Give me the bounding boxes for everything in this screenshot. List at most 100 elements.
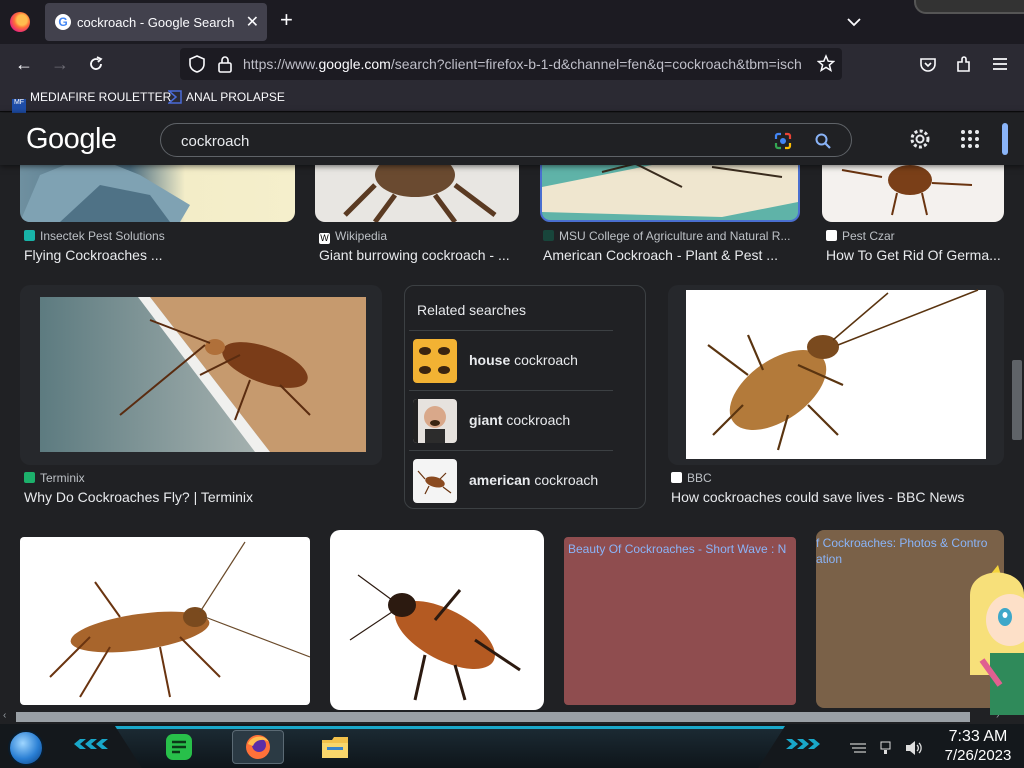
german-cockroach-image: [841, 165, 973, 216]
menu-icon[interactable]: [990, 54, 1010, 74]
related-searches-panel: Related searches house cockroach giant c…: [404, 285, 646, 509]
bookmark-label: MEDIAFIRE ROULETTER: [30, 90, 172, 104]
related-item-american[interactable]: american cockroach: [409, 450, 613, 510]
firefox-icon: [246, 735, 270, 759]
chevron-down-icon[interactable]: [844, 12, 864, 32]
related-thumb: [413, 339, 457, 383]
notes-app-icon[interactable]: [164, 732, 194, 762]
result-source[interactable]: BBC: [671, 471, 712, 485]
result-caption[interactable]: American Cockroach - Plant & Pest ...: [543, 247, 798, 263]
american-cockroach-thumb: [417, 470, 452, 495]
google-header: Google cockroach: [0, 113, 1024, 165]
image-results: Insectek Pest Solutions Flying Cockroach…: [0, 165, 1010, 710]
result-caption[interactable]: Flying Cockroaches ...: [24, 247, 294, 263]
bookmark-label: ANAL PROLAPSE: [186, 90, 285, 104]
result-image-7-placeholder[interactable]: Beauty Of Cockroaches - Short Wave : N: [564, 537, 796, 705]
account-avatar[interactable]: [1002, 123, 1008, 155]
clock-date: 7/26/2023: [944, 747, 1012, 764]
new-tab-icon[interactable]: +: [280, 9, 293, 31]
flying-cockroach-image: [40, 297, 366, 452]
sigma-icon: [168, 90, 182, 104]
related-label: house cockroach: [469, 352, 578, 368]
result-image-6[interactable]: [330, 530, 544, 710]
close-icon[interactable]: ✕: [246, 12, 259, 32]
decor-chevrons-icon: [74, 739, 108, 749]
burrowing-cockroach-image: [343, 165, 497, 222]
result-image-3[interactable]: [540, 165, 800, 222]
giant-cockroach-thumb: [413, 399, 446, 443]
search-query[interactable]: cockroach: [181, 133, 249, 150]
scrollbar-thumb[interactable]: [16, 712, 970, 722]
related-item-house[interactable]: house cockroach: [409, 330, 613, 390]
result-source[interactable]: W Wikipedia: [319, 229, 387, 244]
screen: G cockroach - Google Search ✕ + ← → http…: [0, 0, 1024, 768]
result-caption[interactable]: Giant burrowing cockroach - ...: [319, 247, 519, 263]
related-label: giant cockroach: [469, 412, 571, 428]
cockroach-white-bg-image: [686, 289, 986, 459]
reload-icon[interactable]: [86, 54, 106, 74]
url-text[interactable]: https://www.google.com/search?client=fir…: [243, 56, 813, 72]
extensions-icon[interactable]: [954, 54, 974, 74]
result-caption[interactable]: How cockroaches could save lives - BBC N…: [671, 489, 1004, 505]
result-source[interactable]: Insectek Pest Solutions: [24, 229, 165, 243]
horizontal-scrollbar[interactable]: ‹ ›: [0, 710, 1010, 724]
lock-icon[interactable]: [216, 54, 234, 74]
decor-chevrons-icon: [786, 739, 820, 749]
google-favicon-icon: G: [55, 14, 71, 30]
back-icon[interactable]: ←: [14, 54, 34, 74]
clock-time: 7:33 AM: [948, 728, 1008, 745]
result-image-1[interactable]: [20, 165, 295, 222]
result-caption[interactable]: Why Do Cockroaches Fly? | Terminix: [24, 489, 384, 505]
nav-bar: ← → https://www.google.com/search?client…: [0, 44, 1024, 84]
result-caption[interactable]: How To Get Rid Of Germa...: [826, 247, 1004, 263]
related-label: american cockroach: [469, 472, 599, 488]
rock-image: [20, 165, 190, 222]
result-image-bbc[interactable]: [668, 285, 1004, 465]
taskbar-firefox-active[interactable]: [232, 730, 284, 764]
image-alt-text: Beauty Of Cockroaches - Short Wave : N: [568, 542, 787, 556]
cartoon-character-sticker: [970, 565, 1024, 715]
house-cockroach-thumb: [419, 347, 450, 374]
apps-grid-icon[interactable]: [960, 129, 980, 149]
window-decoration: [914, 0, 1024, 14]
url-bar[interactable]: https://www.google.com/search?client=fir…: [180, 48, 842, 80]
google-lens-icon[interactable]: [773, 131, 793, 151]
search-icon[interactable]: [813, 131, 833, 151]
related-item-giant[interactable]: giant cockroach: [409, 390, 613, 450]
result-image-5[interactable]: [20, 537, 310, 705]
gear-icon[interactable]: [908, 127, 932, 151]
image-alt-text: f Cockroaches: Photos & Contro: [816, 536, 988, 550]
start-button[interactable]: [8, 730, 44, 766]
search-input[interactable]: cockroach: [160, 123, 852, 157]
result-image-4[interactable]: [822, 165, 1004, 222]
pocket-icon[interactable]: [918, 54, 938, 74]
result-source[interactable]: Pest Czar: [826, 229, 895, 243]
result-image-terminix[interactable]: [20, 285, 382, 465]
bookmarks-bar: MF MEDIAFIRE ROULETTER ANAL PROLAPSE: [0, 84, 1024, 113]
scrollbar-thumb[interactable]: [1012, 360, 1022, 440]
cockroach-side-image: [49, 541, 310, 698]
system-clock[interactable]: 7:33 AM 7/26/2023: [934, 727, 1022, 765]
paper-cockroach-image: [542, 165, 798, 217]
hissing-cockroach-image: [349, 574, 521, 701]
file-explorer-icon[interactable]: [320, 732, 350, 762]
tab-strip: G cockroach - Google Search ✕ +: [0, 0, 1024, 44]
tab-title: cockroach - Google Search: [77, 15, 235, 30]
related-thumb: [413, 459, 457, 503]
scroll-left-icon[interactable]: ‹: [3, 710, 6, 721]
google-logo[interactable]: Google: [26, 123, 117, 156]
star-icon[interactable]: [817, 54, 835, 74]
result-source[interactable]: Terminix: [24, 471, 85, 485]
tab-active[interactable]: G cockroach - Google Search ✕: [45, 3, 267, 41]
related-title: Related searches: [417, 302, 526, 318]
result-image-2[interactable]: [315, 165, 519, 222]
result-source[interactable]: MSU College of Agriculture and Natural R…: [543, 229, 790, 243]
firefox-icon[interactable]: [10, 12, 30, 32]
shield-icon[interactable]: [188, 54, 206, 74]
bookmark-item[interactable]: ANAL PROLAPSE: [168, 90, 285, 104]
show-hidden-icons-icon[interactable]: [848, 742, 868, 754]
volume-icon[interactable]: [905, 740, 923, 756]
forward-icon[interactable]: →: [50, 54, 70, 74]
taskbar: 7:33 AM 7/26/2023: [0, 724, 1024, 768]
bookmark-item[interactable]: MF MEDIAFIRE ROULETTER: [12, 90, 171, 113]
